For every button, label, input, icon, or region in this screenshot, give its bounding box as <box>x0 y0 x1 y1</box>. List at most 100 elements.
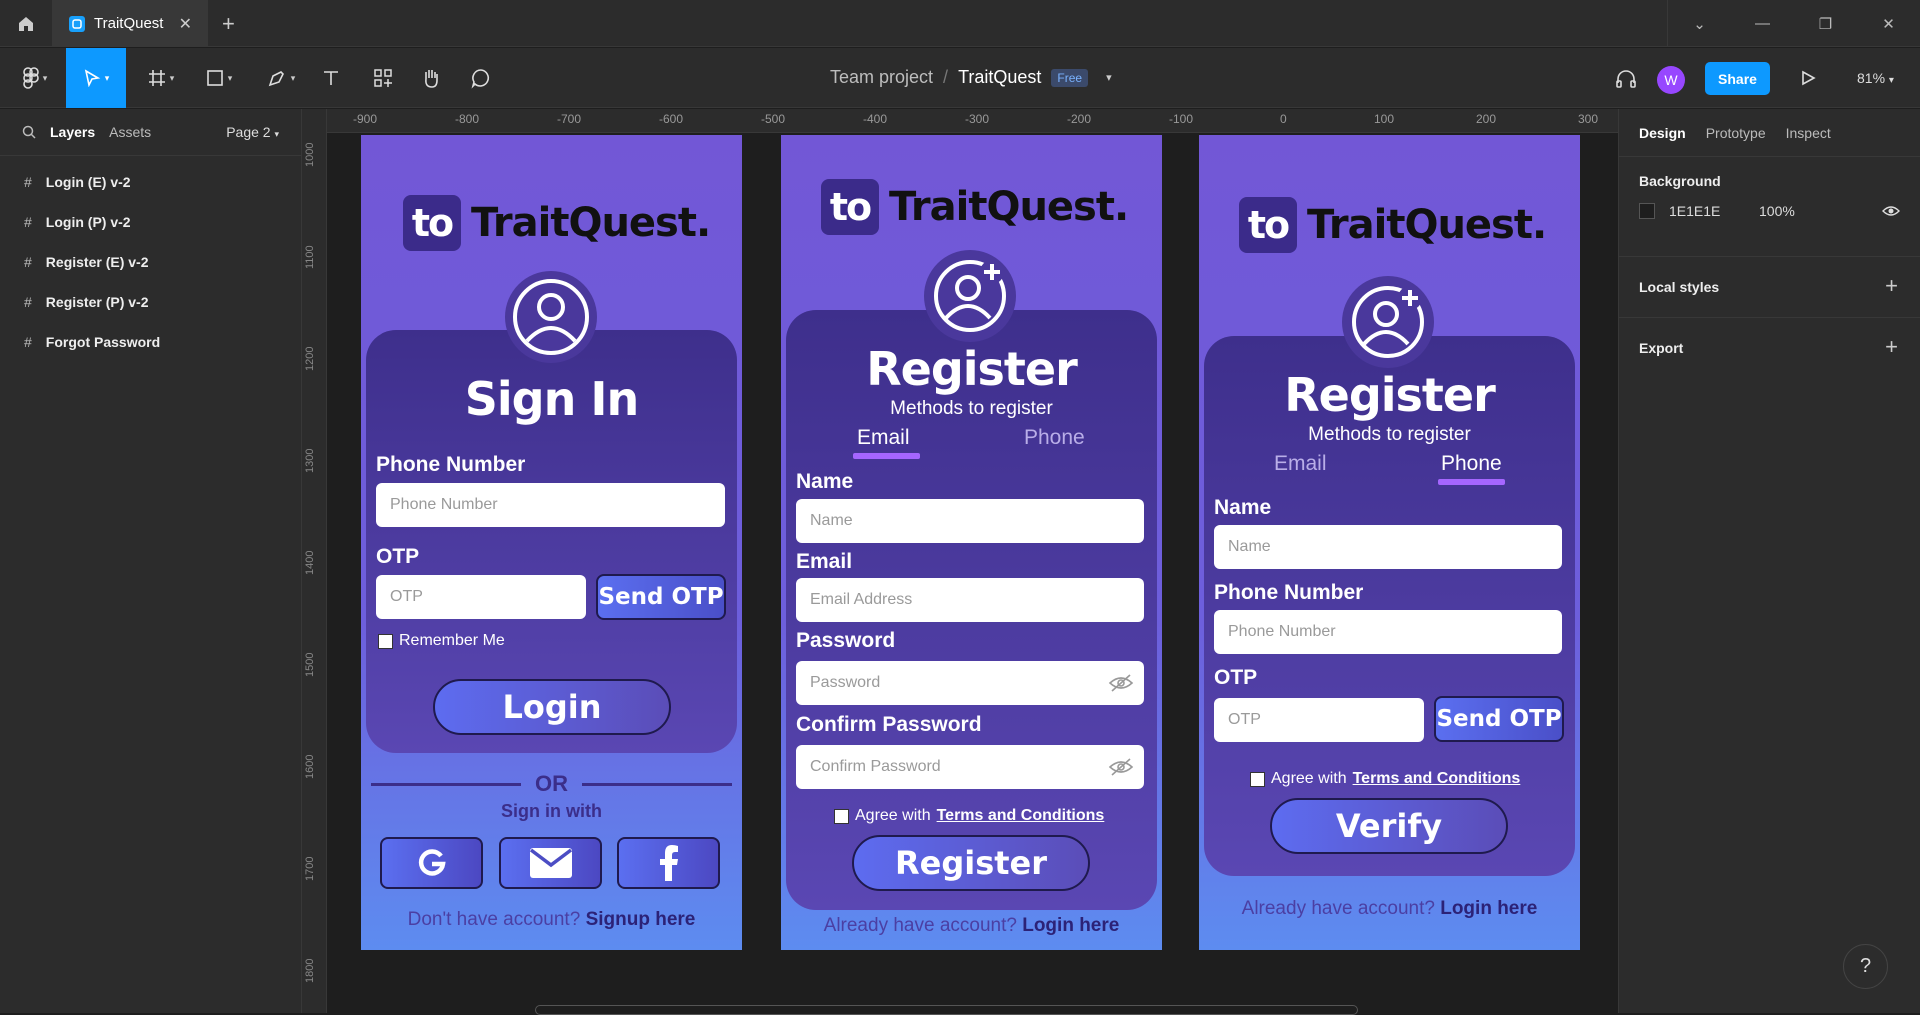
verify-button[interactable]: Verify <box>1270 798 1508 854</box>
color-swatch[interactable] <box>1639 203 1655 219</box>
horizontal-scrollbar[interactable] <box>535 1005 1358 1015</box>
frame-register-email[interactable]: to TraitQuest. Register Methods to regis… <box>781 135 1162 950</box>
comment-icon <box>471 69 490 89</box>
phone-input[interactable]: Phone Number <box>376 483 725 527</box>
zoom-menu[interactable]: 81% ▾ <box>1857 70 1894 86</box>
send-otp-button[interactable]: Send OTP <box>596 574 726 620</box>
close-tab-icon[interactable]: ✕ <box>179 14 192 34</box>
name-input[interactable]: Name <box>796 499 1144 543</box>
terms-checkbox[interactable] <box>834 808 849 824</box>
add-icon[interactable]: + <box>1885 334 1898 360</box>
page-title: Register <box>866 342 1078 396</box>
restore-icon[interactable]: ❐ <box>1794 0 1857 47</box>
bg-hex[interactable]: 1E1E1E <box>1669 203 1759 219</box>
chevron-down-icon: ▾ <box>1888 75 1894 86</box>
new-tab-icon[interactable]: + <box>222 11 235 37</box>
pen-icon <box>268 71 284 87</box>
audio-button[interactable] <box>1614 67 1638 96</box>
frame-tool[interactable]: ▾ <box>138 48 184 108</box>
move-tool[interactable]: ▾ <box>66 48 126 108</box>
background-section: Background 1E1E1E 100% <box>1619 156 1920 256</box>
login-button[interactable]: Login <box>433 679 671 735</box>
agree-label: Agree with <box>855 807 931 824</box>
confirm-password-field[interactable]: Confirm Password <box>796 745 1144 789</box>
remember-checkbox[interactable] <box>378 633 393 649</box>
name-input[interactable]: Name <box>1214 525 1562 569</box>
login-link[interactable]: Login here <box>1440 898 1537 919</box>
frame-hash-icon: # <box>24 334 32 350</box>
google-signin-button[interactable] <box>380 837 483 889</box>
breadcrumb-file[interactable]: TraitQuest <box>958 67 1041 88</box>
tab-email[interactable]: Email <box>1274 452 1327 476</box>
logo-text: TraitQuest. <box>1307 202 1547 248</box>
add-icon[interactable]: + <box>1885 273 1898 299</box>
send-otp-button[interactable]: Send OTP <box>1434 696 1564 742</box>
help-button[interactable]: ? <box>1843 944 1888 989</box>
resources-tool[interactable] <box>368 48 398 108</box>
file-menu-chevron-icon[interactable]: ▾ <box>1106 71 1112 84</box>
logo-text: TraitQuest. <box>889 184 1129 230</box>
register-button[interactable]: Register <box>852 835 1090 891</box>
name-label: Name <box>1214 496 1272 519</box>
layer-item[interactable]: # Login (E) v-2 <box>0 162 301 202</box>
eye-off-icon[interactable] <box>1108 673 1134 693</box>
ruler-label: 1800 <box>304 958 316 983</box>
tab-phone[interactable]: Phone <box>1024 426 1085 450</box>
password-field[interactable]: Password <box>796 661 1144 705</box>
email-input[interactable]: Email Address <box>796 578 1144 622</box>
terms-link[interactable]: Terms and Conditions <box>1353 770 1521 788</box>
ruler-label: -600 <box>659 112 684 126</box>
layer-item[interactable]: # Register (P) v-2 <box>0 282 301 322</box>
signup-link[interactable]: Signup here <box>586 909 696 930</box>
otp-input[interactable]: OTP <box>376 575 586 619</box>
phone-input[interactable]: Phone Number <box>1214 610 1562 654</box>
page-title: Sign In <box>464 372 639 426</box>
close-window-icon[interactable]: ✕ <box>1857 0 1920 47</box>
breadcrumb-team[interactable]: Team project <box>830 67 933 88</box>
avatar[interactable]: W <box>1657 66 1685 94</box>
ruler-label: -200 <box>1067 112 1092 126</box>
bg-opacity[interactable]: 100% <box>1759 203 1795 219</box>
tab-layers[interactable]: Layers <box>50 124 95 140</box>
facebook-signin-button[interactable] <box>617 837 720 889</box>
layer-item[interactable]: # Forgot Password <box>0 322 301 362</box>
layer-item[interactable]: # Login (P) v-2 <box>0 202 301 242</box>
terms-link[interactable]: Terms and Conditions <box>937 807 1105 825</box>
frame-register-phone[interactable]: to TraitQuest. Register Methods to regis… <box>1199 135 1580 950</box>
ruler-label: 1700 <box>304 856 316 881</box>
share-button[interactable]: Share <box>1705 62 1770 95</box>
email-signin-button[interactable] <box>499 837 602 889</box>
eye-off-icon[interactable] <box>1108 757 1134 777</box>
login-link[interactable]: Login here <box>1022 915 1119 936</box>
frame-login[interactable]: to TraitQuest. Sign In Phone Number Phon… <box>361 135 742 950</box>
present-button[interactable] <box>1800 70 1816 91</box>
tab-phone[interactable]: Phone <box>1441 452 1502 476</box>
background-fill-row[interactable]: 1E1E1E 100% <box>1639 203 1900 219</box>
page-selector[interactable]: Page 2 ▾ <box>226 124 279 140</box>
tab-prototype[interactable]: Prototype <box>1706 125 1766 141</box>
file-tab[interactable]: TraitQuest ✕ <box>52 0 208 47</box>
confirm-password-placeholder: Confirm Password <box>810 758 941 775</box>
eye-icon[interactable] <box>1882 205 1900 217</box>
chevron-down-icon[interactable]: ⌄ <box>1668 0 1731 47</box>
tab-design[interactable]: Design <box>1639 125 1686 141</box>
minimize-icon[interactable]: — <box>1731 0 1794 47</box>
footer-text: Already have account? <box>1241 898 1435 919</box>
main-menu-button[interactable]: ▾ <box>10 48 60 108</box>
search-icon[interactable] <box>22 125 36 139</box>
terms-checkbox[interactable] <box>1250 771 1265 787</box>
tab-email[interactable]: Email <box>857 426 910 450</box>
layer-item[interactable]: # Register (E) v-2 <box>0 242 301 282</box>
text-tool[interactable] <box>316 48 346 108</box>
or-divider: OR <box>371 771 732 797</box>
ruler-label: 0 <box>1280 112 1287 126</box>
tab-assets[interactable]: Assets <box>109 124 151 140</box>
otp-input[interactable]: OTP <box>1214 698 1424 742</box>
shape-tool[interactable]: ▾ <box>196 48 242 108</box>
comment-tool[interactable] <box>466 48 496 108</box>
pen-tool[interactable]: ▾ <box>258 48 304 108</box>
tab-inspect[interactable]: Inspect <box>1786 125 1831 141</box>
methods-label: Methods to register <box>890 398 1053 419</box>
hand-tool[interactable] <box>416 48 446 108</box>
home-button[interactable] <box>0 0 52 47</box>
